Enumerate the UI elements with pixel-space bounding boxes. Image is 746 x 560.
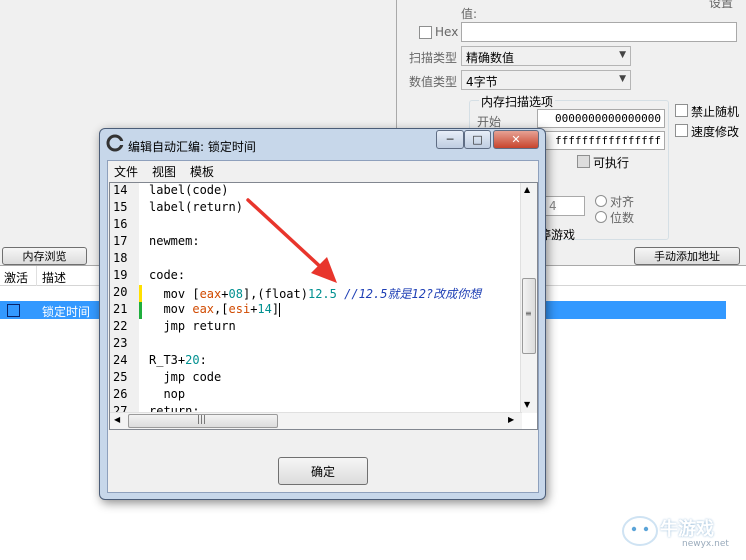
watermark-site: newyx.net (682, 539, 729, 549)
annotation-arrow (246, 198, 337, 283)
watermark-logo-icon (622, 516, 658, 546)
watermark-brand: 牛游戏 (660, 519, 714, 540)
